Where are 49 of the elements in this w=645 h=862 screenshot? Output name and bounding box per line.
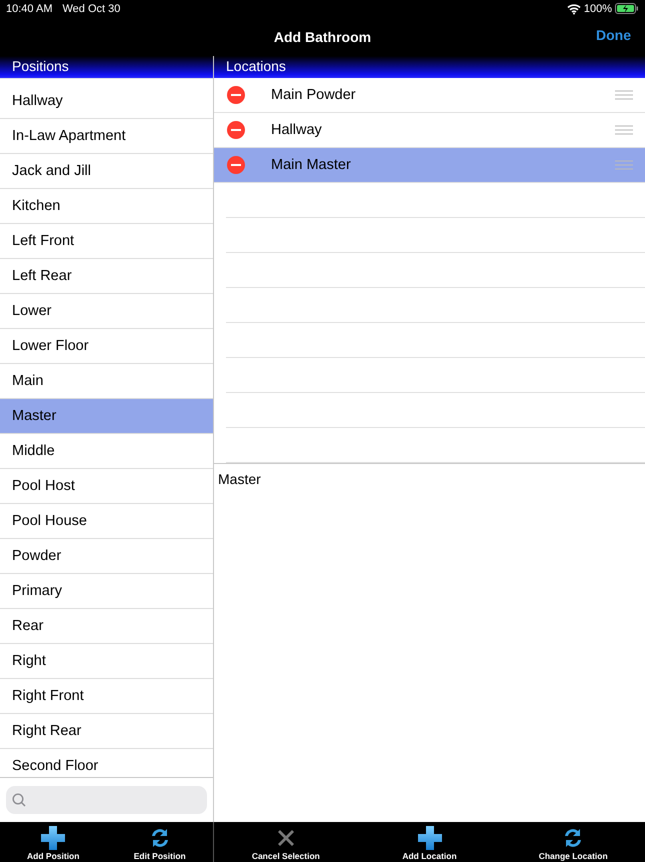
search-icon: [12, 793, 26, 807]
position-item[interactable]: Pool House: [0, 504, 213, 539]
delete-icon[interactable]: [227, 156, 245, 174]
section-header: Positions: [0, 56, 213, 78]
done-button[interactable]: Done: [596, 27, 631, 43]
toolbar-button[interactable]: Cancel Selection: [214, 822, 358, 862]
toolbar-button[interactable]: Add Location: [358, 822, 502, 862]
location-label: Hallway: [271, 122, 323, 138]
search-field[interactable]: [6, 786, 207, 814]
reorder-handle-icon[interactable]: [615, 90, 633, 100]
battery-percent: 100%: [584, 2, 612, 14]
location-item[interactable]: Main Master: [214, 148, 645, 183]
delete-icon[interactable]: [227, 86, 245, 104]
position-item[interactable]: Pool Host: [0, 469, 213, 504]
position-item[interactable]: Primary: [0, 574, 213, 609]
position-item[interactable]: Middle: [0, 434, 213, 469]
location-label: Main Master: [271, 157, 352, 173]
wifi-icon: [566, 2, 581, 14]
position-item[interactable]: Jack and Jill: [0, 154, 213, 189]
position-item[interactable]: In-Law Apartment: [0, 119, 213, 154]
position-item[interactable]: Right Front: [0, 679, 213, 714]
location-label: Main Powder: [271, 87, 357, 103]
nav-title: Add Bathroom: [274, 28, 372, 44]
detail-text: Master: [218, 471, 262, 487]
position-item[interactable]: Kitchen: [0, 189, 213, 224]
position-item[interactable]: Lower Floor: [0, 329, 213, 364]
position-item[interactable]: Left Rear: [0, 259, 213, 294]
battery-icon: [615, 3, 639, 14]
position-item[interactable]: Rear: [0, 609, 213, 644]
toolbar-button[interactable]: Edit Position: [106, 822, 213, 862]
status-date: Wed Oct 30: [62, 2, 120, 14]
position-item[interactable]: Right Rear: [0, 714, 213, 749]
position-item[interactable]: Right: [0, 644, 213, 679]
delete-icon[interactable]: [227, 121, 245, 139]
position-item[interactable]: Powder: [0, 539, 213, 574]
reorder-handle-icon[interactable]: [615, 160, 633, 170]
location-item[interactable]: Main Powder: [214, 78, 645, 113]
reorder-handle-icon[interactable]: [615, 125, 633, 135]
position-item[interactable]: Lower: [0, 294, 213, 329]
position-item[interactable]: Left Front: [0, 224, 213, 259]
toolbar-button[interactable]: Change Location: [501, 822, 645, 862]
position-item[interactable]: Master: [0, 399, 213, 434]
status-time: 10:40 AM: [6, 2, 52, 14]
position-item[interactable]: Second Floor: [0, 749, 213, 777]
plus-icon: [41, 826, 66, 850]
section-header: Locations: [214, 56, 645, 78]
position-item[interactable]: Hallway: [0, 84, 213, 119]
plus-icon: [418, 826, 442, 850]
toolbar-button[interactable]: Add Position: [0, 822, 106, 862]
